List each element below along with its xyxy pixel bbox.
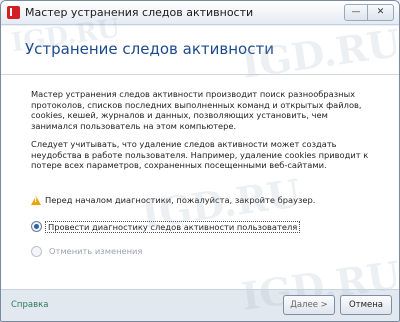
cancel-button[interactable]: Отмена [340,295,392,315]
close-button[interactable]: ✕ [368,4,394,21]
radio-button-selected[interactable] [31,221,42,232]
window-title: Мастер устранения следов активности [25,6,254,19]
content-area: Мастер устранения следов активности прои… [1,75,399,289]
radio-button-disabled [31,246,42,257]
warning-icon [31,196,41,205]
wizard-window: Мастер устранения следов активности — ✕ … [0,0,400,322]
minimize-button[interactable]: — [344,4,368,21]
kaspersky-app-icon [7,6,20,19]
option-label: Отменить изменения [49,246,143,256]
header-band: Устранение следов активности [1,26,399,74]
description-paragraph: Мастер устранения следов активности прои… [31,89,362,131]
title-bar[interactable]: Мастер устранения следов активности — ✕ [1,1,399,25]
option-label[interactable]: Провести диагностику следов активности п… [45,221,301,233]
help-link[interactable]: Справка [11,300,48,310]
next-button[interactable]: Далее > [283,295,335,315]
caution-paragraph: Следует учитывать, что удаление следов а… [31,139,369,171]
page-heading: Устранение следов активности [25,40,274,58]
warning-text: Перед началом диагностики, пожалуйста, з… [45,195,316,205]
footer-divider [1,289,399,290]
